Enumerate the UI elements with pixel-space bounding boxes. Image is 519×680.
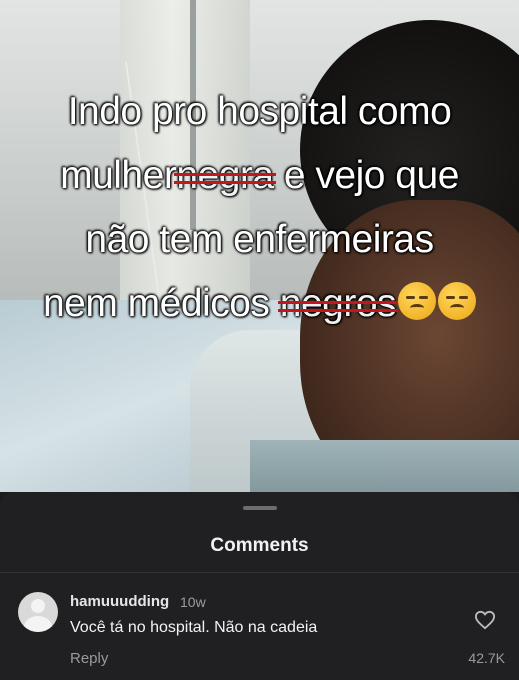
caption-line-4: nem médicos negros — [0, 272, 519, 336]
caption-line-1: Indo pro hospital como — [67, 90, 452, 133]
caption-line-2-end: e vejo que — [283, 154, 459, 197]
like-count: 42.7K — [468, 650, 505, 666]
struck-word-negra: negra — [174, 144, 276, 208]
comments-title: Comments — [210, 535, 309, 556]
caption-line-4-start: nem médicos — [42, 282, 270, 325]
comment-timestamp: 10w — [180, 594, 206, 610]
caption-line-2-start: mulher — [60, 154, 177, 197]
heart-icon[interactable] — [474, 610, 496, 630]
hospital-gown — [250, 440, 519, 492]
weary-face-emoji — [398, 282, 437, 320]
video-frame[interactable]: Indo pro hospital como mulhernegra e vej… — [0, 0, 519, 492]
reply-button[interactable]: Reply — [70, 650, 108, 667]
comment-username[interactable]: hamuuudding — [70, 593, 169, 610]
comments-sheet: Comments hamuuudding 10w Você tá no hosp… — [0, 492, 519, 680]
video-caption: Indo pro hospital como mulhernegra e vej… — [0, 80, 519, 336]
caption-line-3: não tem enfermeiras — [85, 218, 434, 261]
pensive-face-emoji — [438, 282, 477, 320]
struck-word-negros: negros — [277, 272, 399, 336]
avatar[interactable] — [18, 592, 58, 632]
caption-line-2: mulhernegra e vejo que — [0, 144, 519, 208]
sheet-drag-handle[interactable] — [243, 506, 277, 510]
divider — [0, 572, 519, 573]
comment-text: Você tá no hospital. Não na cadeia — [70, 619, 318, 636]
